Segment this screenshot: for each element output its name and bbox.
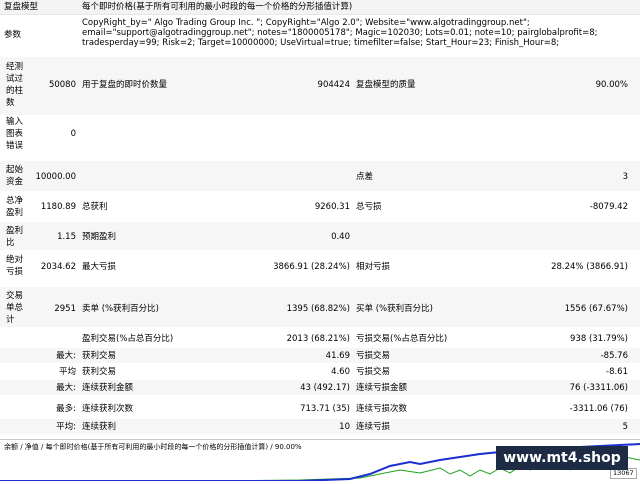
errors-value: 0 xyxy=(70,129,76,139)
bars-label-2: 试过 xyxy=(6,74,24,84)
stat-prefix: 最大: xyxy=(56,351,76,361)
stat-label-left: 连续获利 xyxy=(82,422,117,432)
stat-label-left: 连续获利金额 xyxy=(82,383,134,393)
model-value: 每个即时价格(基于所有可利用的最小时段的每一个价格的分形插值计算) xyxy=(82,2,353,12)
gross-loss-label: 总亏损 xyxy=(356,202,382,212)
trades-label-3: 计 xyxy=(6,315,15,325)
stat-value-left: 4.60 xyxy=(331,367,350,377)
ticks-value: 904424 xyxy=(317,80,350,90)
abs-dd-value: 2034.62 xyxy=(40,262,76,272)
max-dd-value: 3866.91 (28.24%) xyxy=(273,262,350,272)
stat-value-right: -3311.06 (76) xyxy=(569,404,628,414)
errors-label-3: 错误 xyxy=(6,141,24,151)
stat-prefix: 最多: xyxy=(56,404,76,414)
win-trades-value: 2013 (68.21%) xyxy=(286,334,350,344)
stat-prefix: 平均 xyxy=(58,367,76,377)
params-line-1: CopyRight_by=" Algo Trading Group Inc. "… xyxy=(82,18,530,28)
stat-label-right: 连续亏损金额 xyxy=(356,383,408,393)
params-label: 参数 xyxy=(4,30,22,40)
long-label: 买单 (%获利百分比) xyxy=(356,304,433,314)
chart-header: 余额 / 净值 / 每个即时价格(基于所有可利用的最小时段的每一个价格的分形插值… xyxy=(4,443,302,451)
bars-label-1: 经测 xyxy=(6,62,24,72)
gross-profit-label: 总获利 xyxy=(82,202,108,212)
stat-label-right: 连续亏损 xyxy=(356,422,391,432)
stat-value-right: 76 (-3311.06) xyxy=(569,383,628,393)
loss-trades-value: 938 (31.79%) xyxy=(570,334,628,344)
params-line-2: email="support@algotradinggroup.net"; no… xyxy=(82,28,598,38)
stat-value-right: 5 xyxy=(622,422,628,432)
stat-prefix: 平均: xyxy=(56,422,76,432)
trades-label-1: 交易 xyxy=(6,291,24,301)
stat-label-left: 连续获利次数 xyxy=(82,404,134,414)
spread-label: 点差 xyxy=(356,172,374,182)
model-label: 复盘模型 xyxy=(4,2,39,12)
expected-label: 预期盈利 xyxy=(82,232,117,242)
stat-value-left: 713.71 (35) xyxy=(300,404,350,414)
gross-loss-value: -8079.42 xyxy=(589,202,628,212)
stat-value-left: 10 xyxy=(339,422,350,432)
pf-label-2: 比 xyxy=(6,238,15,248)
bars-label-3: 的柱 xyxy=(6,86,24,96)
win-trades-label: 盈利交易(%占总百分比) xyxy=(82,334,174,344)
quality-label: 复盘模型的质量 xyxy=(356,80,416,90)
deposit-row-background xyxy=(0,161,640,191)
gross-profit-value: 9260.31 xyxy=(314,202,350,212)
loss-trades-label: 亏损交易(%占总百分比) xyxy=(356,334,448,344)
net-value: 1180.89 xyxy=(40,202,76,212)
quality-value: 90.00% xyxy=(595,80,628,90)
stat-value-left: 41.69 xyxy=(325,351,350,361)
stat-label-right: 连续亏损次数 xyxy=(356,404,408,414)
trades-value: 2951 xyxy=(54,304,76,314)
stat-label-left: 获利交易 xyxy=(82,367,117,377)
stat-value-right: -85.76 xyxy=(600,351,628,361)
short-value: 1395 (68.82%) xyxy=(286,304,350,314)
stat-value-left: 43 (492.17) xyxy=(300,383,350,393)
bars-label-4: 数 xyxy=(6,98,15,108)
watermark-logo: www.mt4.shop xyxy=(496,446,628,470)
long-value: 1556 (67.67%) xyxy=(564,304,628,314)
errors-label-2: 图表 xyxy=(6,129,24,139)
stat-label-right: 亏损交易 xyxy=(356,367,391,377)
rel-dd-label: 相对亏损 xyxy=(356,262,391,272)
errors-label-1: 输入 xyxy=(6,117,24,127)
stat-prefix: 最大: xyxy=(56,383,76,393)
stat-label-left: 获利交易 xyxy=(82,351,117,361)
params-line-3: tradesperday=99; Risk=2; Target=10000000… xyxy=(82,38,560,48)
short-label: 卖单 (%获利百分比) xyxy=(82,304,159,314)
spread-value: 3 xyxy=(622,172,628,182)
pf-value: 1.15 xyxy=(57,232,76,242)
rel-dd-value: 28.24% (3866.91) xyxy=(551,262,628,272)
deposit-value: 10000.00 xyxy=(35,172,76,182)
ticks-label: 用于复盘的即时价数量 xyxy=(82,80,168,90)
bars-value: 50080 xyxy=(48,80,76,90)
max-dd-label: 最大亏损 xyxy=(82,262,117,272)
expected-value: 0.40 xyxy=(331,232,350,242)
stat-value-right: -8.61 xyxy=(606,367,628,377)
stat-label-right: 亏损交易 xyxy=(356,351,391,361)
